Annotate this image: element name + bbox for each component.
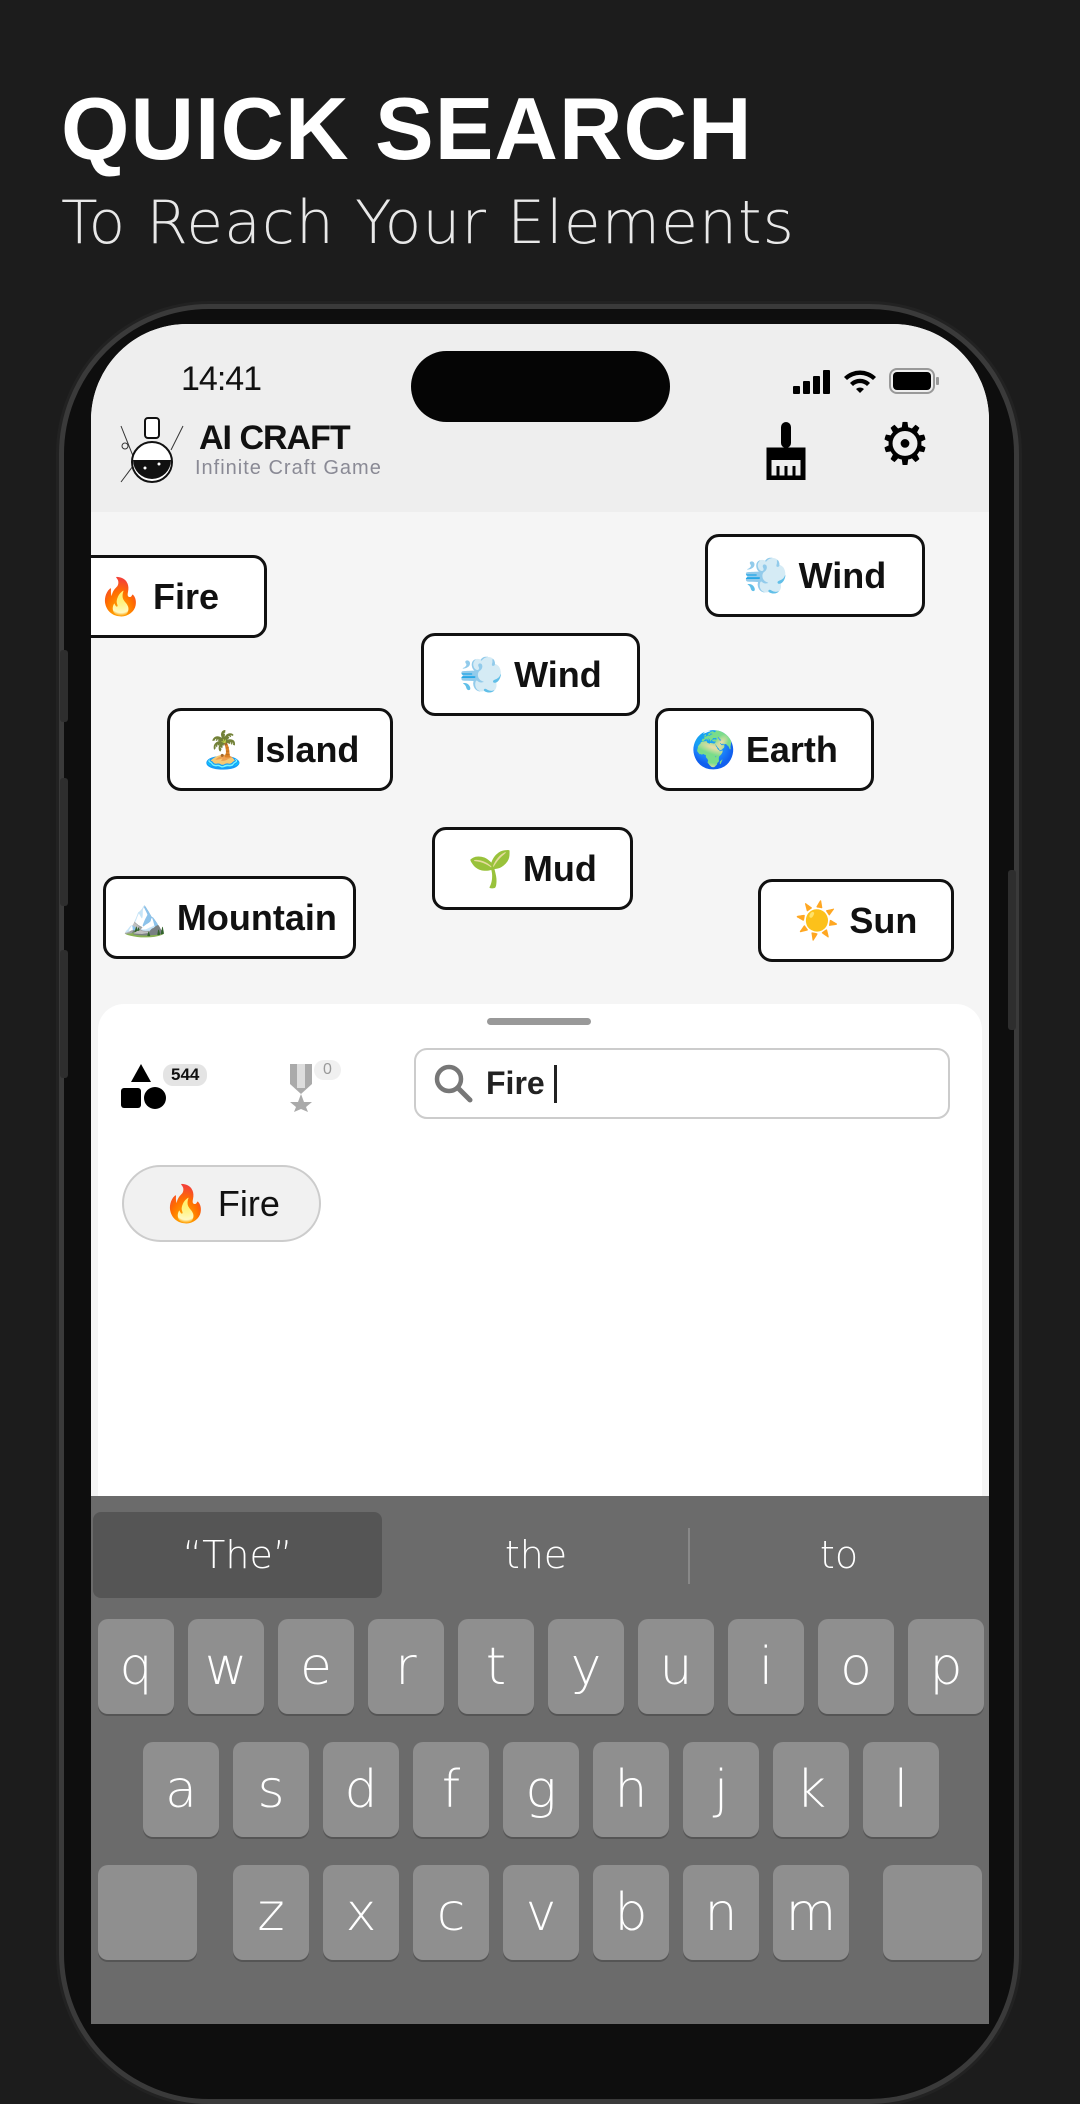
element-label: Island [255, 728, 360, 770]
suggestion-3[interactable]: to [691, 1512, 987, 1598]
suggestion-2[interactable]: the [386, 1512, 686, 1598]
element-tile-wind[interactable]: 💨 Wind [421, 633, 640, 716]
key-e[interactable]: e [278, 1619, 354, 1714]
side-button [1008, 870, 1016, 1030]
flask-logo [120, 417, 184, 483]
element-emoji-icon: 🏝️ [200, 728, 246, 770]
search-value: Fire [486, 1065, 554, 1101]
text-cursor [553, 1064, 557, 1103]
element-emoji-icon: 💨 [459, 653, 505, 695]
element-emoji-icon: 🔥 [98, 575, 143, 617]
key-s[interactable]: s [233, 1742, 309, 1837]
key-l[interactable]: l [863, 1742, 939, 1837]
key-g[interactable]: g [503, 1742, 579, 1837]
achievements-count-badge: 0 [314, 1060, 341, 1080]
element-label: Earth [745, 728, 838, 770]
element-tile-mud[interactable]: 🌱 Mud [432, 827, 633, 910]
key-b[interactable]: b [593, 1865, 669, 1960]
promo-title: QUICK SEARCH [61, 79, 753, 178]
element-emoji-icon: ☀️ [794, 899, 840, 941]
element-emoji-icon: 🌍 [691, 728, 736, 770]
key-m[interactable]: m [773, 1865, 849, 1960]
element-tile-island[interactable]: 🏝️ Island [167, 708, 393, 791]
battery-icon [889, 368, 939, 394]
element-label: Mountain [176, 896, 337, 938]
key-h[interactable]: h [593, 1742, 669, 1837]
key-d[interactable]: d [323, 1742, 399, 1837]
medal-icon[interactable] [288, 1064, 314, 1112]
key-y[interactable]: y [548, 1619, 624, 1714]
key-k[interactable]: k [773, 1742, 849, 1837]
key-j[interactable]: j [683, 1742, 759, 1837]
key-z[interactable]: z [233, 1865, 309, 1960]
side-button [60, 778, 68, 906]
search-icon [434, 1064, 473, 1102]
element-emoji-icon: 🌱 [468, 847, 513, 889]
element-tile-fire[interactable]: 🔥 Fire [91, 555, 267, 638]
app-header: 14:41 AI CRAFT Infinite Craft Game ⚙ [91, 324, 989, 512]
wifi-icon [844, 370, 876, 393]
suggestion-divider [688, 1528, 690, 1584]
fire-emoji-icon: 🔥 [163, 1182, 208, 1224]
shift-key[interactable] [98, 1865, 197, 1960]
element-label: Mud [522, 847, 597, 889]
key-u[interactable]: u [638, 1619, 714, 1714]
key-r[interactable]: r [368, 1619, 444, 1714]
element-label: Wind [798, 554, 887, 596]
search-result-chip[interactable]: 🔥 Fire [122, 1165, 321, 1242]
element-label: Fire [152, 575, 219, 617]
element-emoji-icon: 💨 [743, 554, 789, 596]
signal-icon [793, 370, 830, 394]
brush-icon[interactable] [763, 422, 809, 480]
key-v[interactable]: v [503, 1865, 579, 1960]
elements-count-badge: 544 [163, 1064, 208, 1086]
suggestion-1[interactable]: “The” [93, 1512, 382, 1598]
result-label: Fire [217, 1182, 280, 1224]
element-label: Sun [849, 899, 918, 941]
sheet-handle[interactable] [487, 1018, 591, 1025]
key-o[interactable]: o [818, 1619, 894, 1714]
dynamic-island [411, 351, 670, 422]
app-name: AI CRAFT [199, 419, 351, 457]
key-n[interactable]: n [683, 1865, 759, 1960]
key-c[interactable]: c [413, 1865, 489, 1960]
key-q[interactable]: q [98, 1619, 174, 1714]
search-input[interactable]: Fire [414, 1048, 950, 1119]
element-tile-mountain[interactable]: 🏔️ Mountain [103, 876, 356, 959]
element-emoji-icon: 🏔️ [122, 896, 167, 938]
promo-subtitle: To Reach Your Elements [61, 188, 795, 258]
element-tile-sun[interactable]: ☀️ Sun [758, 879, 954, 962]
keyboard: “The” the to qwertyuiop asdfghjkl zxcvbnm [91, 1496, 989, 2024]
side-button [60, 950, 68, 1078]
screen: 14:41 AI CRAFT Infinite Craft Game ⚙ 🔥 Fi… [91, 324, 989, 2024]
key-w[interactable]: w [188, 1619, 264, 1714]
app-tagline: Infinite Craft Game [195, 457, 382, 479]
key-x[interactable]: x [323, 1865, 399, 1960]
key-t[interactable]: t [458, 1619, 534, 1714]
status-time: 14:41 [181, 360, 262, 398]
element-label: Wind [514, 653, 602, 695]
key-p[interactable]: p [908, 1619, 984, 1714]
key-f[interactable]: f [413, 1742, 489, 1837]
delete-key[interactable] [883, 1865, 982, 1960]
key-i[interactable]: i [728, 1619, 804, 1714]
key-a[interactable]: a [143, 1742, 219, 1837]
gear-icon[interactable]: ⚙ [879, 416, 931, 474]
element-tile-wind[interactable]: 💨 Wind [705, 534, 925, 617]
side-button [60, 650, 68, 722]
element-tile-earth[interactable]: 🌍 Earth [655, 708, 874, 791]
